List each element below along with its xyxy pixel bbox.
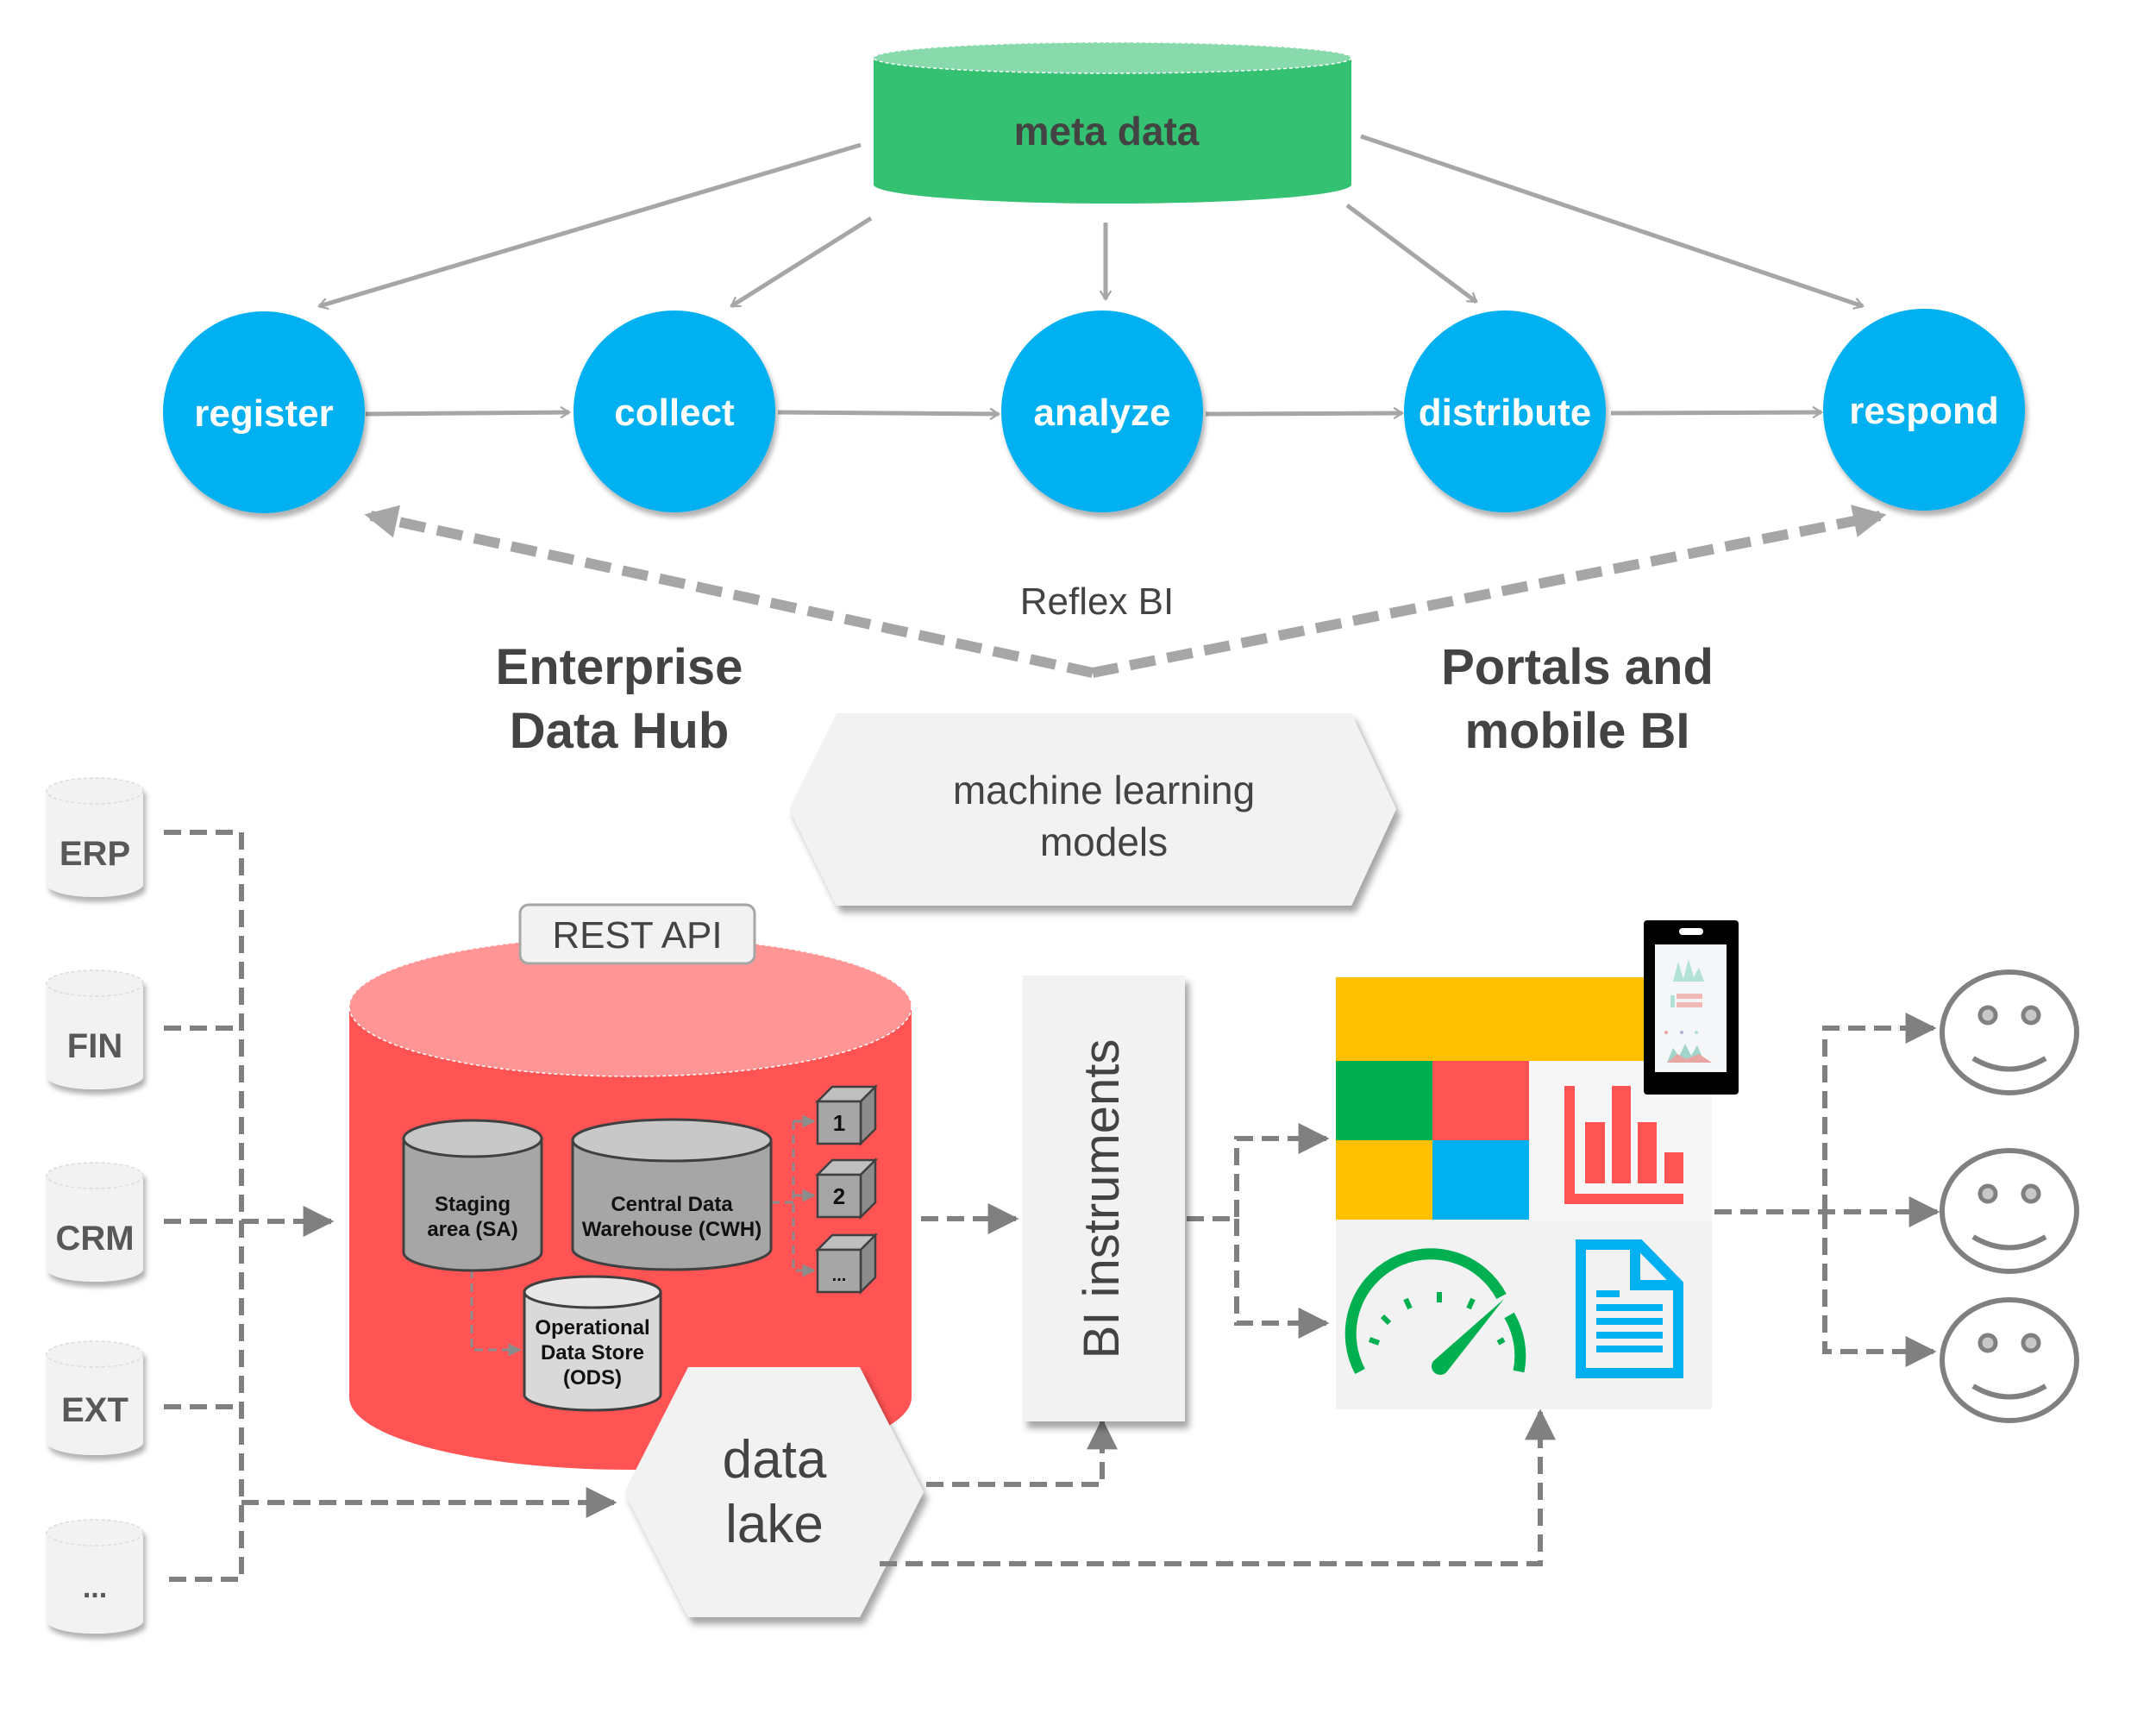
process-node-label: register <box>194 392 333 435</box>
source-more[interactable]: ... <box>46 1519 144 1634</box>
metadata-label: meta data <box>1014 109 1200 154</box>
ml-models-line-1: machine learning <box>953 768 1255 812</box>
analyze-to-distribute-arrow <box>1205 406 1405 420</box>
tile-yellow <box>1336 1140 1432 1220</box>
tile-green <box>1336 1061 1432 1140</box>
consumer-1-smiley-icon <box>1940 969 2079 1095</box>
data-mart-label: ... <box>832 1266 847 1285</box>
tile-red <box>1432 1061 1529 1140</box>
bi-instruments-label: BI instruments <box>1074 1039 1130 1359</box>
data-lake-line-2: lake <box>725 1495 824 1554</box>
source-fin[interactable]: FIN <box>46 969 144 1089</box>
process-node-respond[interactable]: respond <box>1823 309 2025 511</box>
process-node-analyze[interactable]: analyze <box>1001 311 1203 512</box>
operational-data-store[interactable]: Operational Data Store (ODS) <box>523 1275 662 1412</box>
portal-to-consumer-3-arrow <box>1822 1212 1937 1367</box>
process-node-collect[interactable]: collect <box>573 311 775 512</box>
staging-label-line-1: Staging <box>435 1193 511 1216</box>
data-lake-to-portal-arrow <box>880 1408 1556 1566</box>
bi-instruments[interactable]: BI instruments <box>1023 976 1185 1421</box>
ml-models-line-2: models <box>1040 819 1168 864</box>
ods-label-line-2: Data Store <box>541 1341 644 1365</box>
process-node-label: distribute <box>1419 392 1591 434</box>
bi-to-portal-bottom-arrow <box>1234 1219 1330 1339</box>
data-lake[interactable]: data lake <box>624 1367 924 1617</box>
consumers <box>1940 969 2079 1423</box>
ods-label-line-3: (ODS) <box>563 1366 622 1390</box>
source-label: ... <box>83 1572 107 1604</box>
edh-title: Enterprise Data Hub <box>496 639 743 759</box>
tile-yellow-banner <box>1336 977 1652 1061</box>
process-node-distribute[interactable]: distribute <box>1404 311 1606 512</box>
cwh-label-line-2: Warehouse (CWH) <box>582 1218 761 1241</box>
portals-title: Portals and mobile BI <box>1441 639 1714 759</box>
source-label: EXT <box>61 1391 128 1429</box>
source-label: ERP <box>60 835 130 873</box>
metadata-store[interactable]: meta data <box>873 41 1352 204</box>
portals-title-line-1: Portals and <box>1441 639 1714 695</box>
staging-area-store[interactable]: Staging area (SA) <box>402 1119 543 1272</box>
reflex-bi-label: Reflex BI <box>1020 580 1175 623</box>
consumer-2-smiley-icon <box>1940 1148 2079 1274</box>
process-node-label: collect <box>614 392 735 434</box>
sources-trunk-line <box>164 830 244 1582</box>
data-mart-1[interactable]: 1 <box>814 1083 879 1147</box>
collect-to-analyze-arrow <box>777 407 1001 421</box>
ml-models[interactable]: machine learning models <box>789 713 1396 906</box>
register-to-collect-arrow <box>365 405 572 419</box>
staging-label-line-2: area (SA) <box>427 1218 517 1241</box>
source-ext[interactable]: EXT <box>46 1340 144 1455</box>
ods-label-line-1: Operational <box>535 1316 649 1339</box>
tile-blue <box>1432 1140 1529 1220</box>
portals-title-line-2: mobile BI <box>1464 703 1689 759</box>
consumer-connectors <box>1714 1013 1940 1367</box>
process-node-label: respond <box>1849 390 1999 432</box>
process-node-register[interactable]: register <box>163 311 365 513</box>
portal-to-consumer-1-arrow <box>1822 1013 1937 1212</box>
data-lake-line-1: data <box>723 1430 827 1490</box>
bi-to-portal-top-arrow <box>1187 1123 1330 1221</box>
source-label: CRM <box>55 1220 134 1258</box>
edh-title-line-1: Enterprise <box>496 639 743 695</box>
distribute-to-respond-arrow <box>1610 405 1824 419</box>
edh-title-line-2: Data Hub <box>510 703 730 759</box>
meta-to-collect-arrow <box>730 216 873 309</box>
data-mart-label: 1 <box>833 1110 845 1136</box>
source-label: FIN <box>67 1027 122 1065</box>
sources: ERP FIN CRM EXT ... <box>46 777 144 1634</box>
data-mart-more[interactable]: ... <box>814 1232 879 1296</box>
data-mart-label: 2 <box>833 1183 845 1209</box>
source-erp[interactable]: ERP <box>46 777 144 897</box>
data-mart-2[interactable]: 2 <box>814 1157 879 1220</box>
diagram-canvas: meta data register collect analyze distr… <box>46 41 2079 1634</box>
meta-to-register-arrow <box>317 142 862 311</box>
central-data-warehouse[interactable]: Central Data Warehouse (CWH) <box>571 1118 773 1271</box>
source-crm[interactable]: CRM <box>46 1162 144 1282</box>
consumer-3-smiley-icon <box>1940 1297 2079 1423</box>
meta-to-distribute-arrow <box>1345 203 1478 304</box>
data-lake-to-bi-arrow <box>926 1418 1118 1487</box>
meta-to-respond-arrow <box>1360 134 1865 310</box>
mobile-phone-icon <box>1644 920 1739 1095</box>
rest-api-badge[interactable]: REST API <box>518 903 756 965</box>
cwh-label-line-1: Central Data <box>611 1193 733 1216</box>
process-node-label: analyze <box>1034 392 1171 434</box>
rest-api-label: REST API <box>552 914 722 957</box>
